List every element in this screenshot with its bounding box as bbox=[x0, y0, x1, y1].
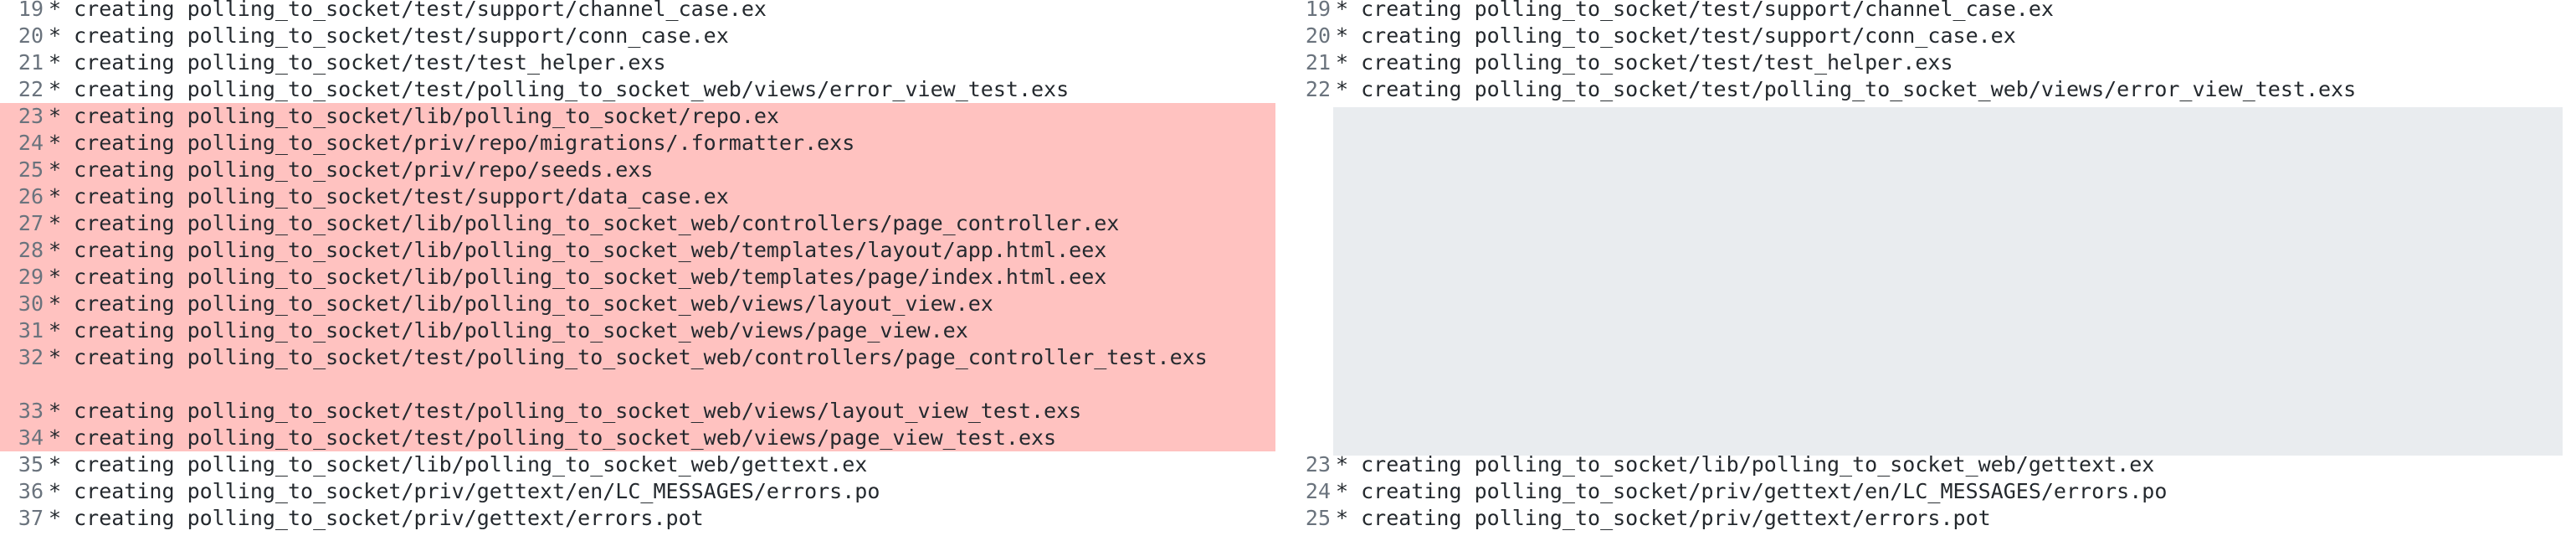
line-number: 30 bbox=[18, 291, 44, 316]
line-text: * creating polling_to_socket/test/pollin… bbox=[1336, 77, 2357, 101]
diff-line: 37 * creating polling_to_socket/priv/get… bbox=[0, 505, 1275, 532]
removed-line: 27 * creating polling_to_socket/lib/poll… bbox=[0, 210, 1275, 237]
diff-line: 24 * creating polling_to_socket/priv/get… bbox=[1287, 478, 2563, 505]
line-number: 26 bbox=[18, 184, 44, 209]
line-number: 32 bbox=[18, 345, 44, 369]
diff-line: 21 * creating polling_to_socket/test/tes… bbox=[1287, 49, 2563, 76]
line-text: * creating polling_to_socket/test/pollin… bbox=[49, 77, 1070, 101]
line-text: * creating polling_to_socket/test/suppor… bbox=[49, 184, 729, 209]
removed-line: 23 * creating polling_to_socket/lib/poll… bbox=[0, 103, 1275, 130]
diff-line: 21 * creating polling_to_socket/test/tes… bbox=[0, 49, 1275, 76]
line-text: * creating polling_to_socket/test/suppor… bbox=[49, 23, 729, 48]
line-text: * creating polling_to_socket/test/suppor… bbox=[1336, 0, 2054, 21]
removed-line: 31 * creating polling_to_socket/lib/poll… bbox=[0, 317, 1275, 344]
line-number: 19 bbox=[1305, 0, 1331, 21]
line-number: 19 bbox=[18, 0, 44, 21]
line-number: 23 bbox=[18, 104, 44, 128]
line-text: * creating polling_to_socket/lib/polling… bbox=[49, 291, 993, 316]
diff-line: 35 * creating polling_to_socket/lib/poll… bbox=[0, 451, 1275, 478]
line-number: 25 bbox=[1305, 506, 1331, 530]
line-text: * creating polling_to_socket/lib/polling… bbox=[49, 452, 868, 477]
removed-line: 34 * creating polling_to_socket/test/pol… bbox=[0, 425, 1275, 451]
diff-line: 22 * creating polling_to_socket/test/pol… bbox=[1287, 76, 2563, 103]
line-text: * creating polling_to_socket/priv/gettex… bbox=[1336, 479, 2168, 503]
line-number: 22 bbox=[1305, 77, 1331, 101]
removed-line: 24 * creating polling_to_socket/priv/rep… bbox=[0, 130, 1275, 157]
removed-line: 33 * creating polling_to_socket/test/pol… bbox=[0, 398, 1275, 425]
line-text: * creating polling_to_socket/lib/polling… bbox=[1336, 452, 2155, 477]
line-text: * creating polling_to_socket/lib/polling… bbox=[49, 265, 1107, 289]
line-text: * creating polling_to_socket/test/pollin… bbox=[49, 399, 1082, 423]
line-text: * creating polling_to_socket/priv/gettex… bbox=[49, 506, 704, 530]
line-number: 31 bbox=[18, 318, 44, 343]
line-text: * creating polling_to_socket/priv/gettex… bbox=[1336, 506, 1991, 530]
line-number: 20 bbox=[18, 23, 44, 48]
line-text: * creating polling_to_socket/priv/gettex… bbox=[49, 479, 880, 503]
line-number: 24 bbox=[18, 131, 44, 155]
line-text: * creating polling_to_socket/test/suppor… bbox=[1336, 23, 2016, 48]
diff-line: 23 * creating polling_to_socket/lib/poll… bbox=[1287, 451, 2563, 478]
line-number: 36 bbox=[18, 479, 44, 503]
removed-line: 25 * creating polling_to_socket/priv/rep… bbox=[0, 157, 1275, 183]
line-text: * creating polling_to_socket/test/test_h… bbox=[49, 50, 666, 75]
removed-line: 32 * creating polling_to_socket/test/pol… bbox=[0, 344, 1275, 398]
line-text: * creating polling_to_socket/test/suppor… bbox=[49, 0, 767, 21]
line-number: 21 bbox=[1305, 50, 1331, 75]
line-number: 22 bbox=[18, 77, 44, 101]
removed-line: 28 * creating polling_to_socket/lib/poll… bbox=[0, 237, 1275, 264]
line-number: 24 bbox=[1305, 479, 1331, 503]
line-text: * creating polling_to_socket/priv/repo/s… bbox=[49, 157, 654, 182]
line-number: 34 bbox=[18, 425, 44, 450]
line-number: 23 bbox=[1305, 452, 1331, 477]
diff-view: 19 * creating polling_to_socket/test/sup… bbox=[0, 0, 2576, 541]
line-number: 35 bbox=[18, 452, 44, 477]
diff-line: 25 * creating polling_to_socket/priv/get… bbox=[1287, 505, 2563, 532]
line-number: 28 bbox=[18, 238, 44, 262]
line-text: * creating polling_to_socket/lib/polling… bbox=[49, 238, 1107, 262]
diff-line: 20 * creating polling_to_socket/test/sup… bbox=[1287, 23, 2563, 49]
line-text: * creating polling_to_socket/lib/polling… bbox=[49, 211, 1120, 235]
line-text: * creating polling_to_socket/lib/polling… bbox=[49, 318, 968, 343]
diff-line: 20 * creating polling_to_socket/test/sup… bbox=[0, 23, 1275, 49]
removed-line: 30 * creating polling_to_socket/lib/poll… bbox=[0, 291, 1275, 317]
line-text: * creating polling_to_socket/priv/repo/m… bbox=[49, 131, 855, 155]
diff-line: 19 * creating polling_to_socket/test/sup… bbox=[1287, 0, 2563, 23]
diff-line: 36 * creating polling_to_socket/priv/get… bbox=[0, 478, 1275, 505]
diff-line: 22 * creating polling_to_socket/test/pol… bbox=[0, 76, 1275, 103]
removed-line: 29 * creating polling_to_socket/lib/poll… bbox=[0, 264, 1275, 291]
line-text: * creating polling_to_socket/test/pollin… bbox=[49, 345, 1208, 369]
diff-gap-placeholder bbox=[1333, 107, 2563, 456]
line-number: 29 bbox=[18, 265, 44, 289]
line-text: * creating polling_to_socket/test/test_h… bbox=[1336, 50, 1953, 75]
line-text: * creating polling_to_socket/lib/polling… bbox=[49, 104, 779, 128]
line-number: 37 bbox=[18, 506, 44, 530]
line-number: 33 bbox=[18, 399, 44, 423]
diff-line: 19 * creating polling_to_socket/test/sup… bbox=[0, 0, 1275, 23]
line-number: 25 bbox=[18, 157, 44, 182]
line-number: 20 bbox=[1305, 23, 1331, 48]
line-number: 21 bbox=[18, 50, 44, 75]
line-number: 27 bbox=[18, 211, 44, 235]
removed-line: 26 * creating polling_to_socket/test/sup… bbox=[0, 183, 1275, 210]
line-text: * creating polling_to_socket/test/pollin… bbox=[49, 425, 1057, 450]
